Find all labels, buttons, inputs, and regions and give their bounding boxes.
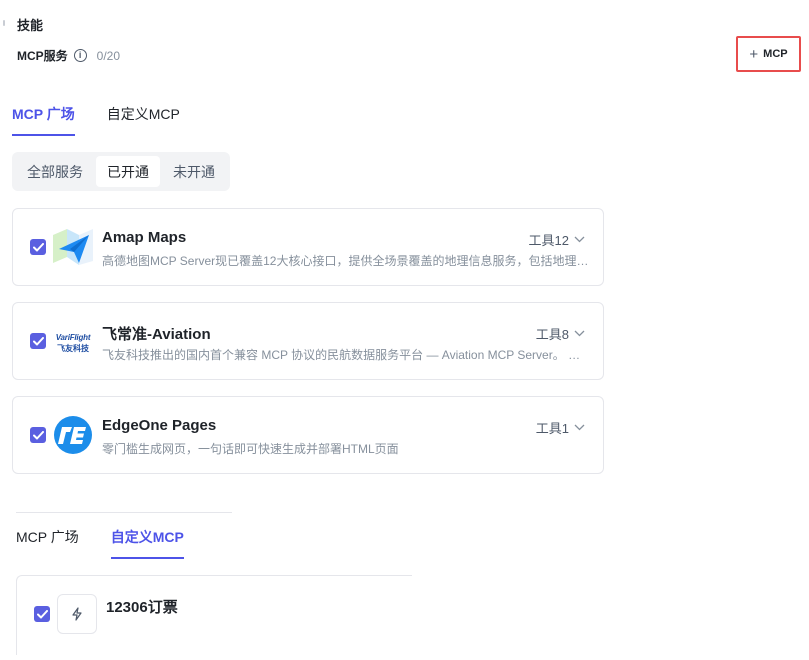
service-card-edgeone[interactable]: EdgeOne Pages 零门槛生成网页，一句话即可快速生成并部署HTML页面… — [12, 396, 604, 474]
service-checkbox[interactable] — [30, 333, 46, 349]
chevron-down-icon — [574, 330, 585, 337]
tab-custom-mcp[interactable]: 自定义MCP — [110, 527, 185, 559]
service-name: Amap Maps — [102, 229, 187, 246]
tools-count: 工具12 — [528, 233, 569, 248]
tools-dropdown[interactable]: 工具1 — [536, 418, 585, 437]
mcp-tabs-secondary: MCP 广场 自定义MCP — [16, 527, 185, 559]
service-checkbox[interactable] — [34, 606, 50, 622]
service-card-aviation[interactable]: VariFlight 飞友科技 飞常准-Aviation 飞友科技推出的国内首个… — [12, 302, 604, 380]
service-name: 飞常准-Aviation — [102, 326, 211, 343]
mcp-tabs: MCP 广场 自定义MCP — [12, 104, 180, 136]
service-filter: 全部服务 已开通 未开通 — [12, 152, 230, 191]
check-icon — [32, 336, 44, 345]
service-checkbox[interactable] — [30, 427, 46, 443]
filter-activated[interactable]: 已开通 — [96, 156, 160, 187]
section-title: 技能 — [17, 18, 44, 33]
filter-not-activated[interactable]: 未开通 — [162, 156, 226, 187]
variflight-logo-icon: VariFlight 飞友科技 — [53, 323, 93, 363]
tools-dropdown[interactable]: 工具8 — [536, 324, 585, 343]
tools-dropdown[interactable]: 工具12 — [529, 230, 585, 249]
service-name: EdgeOne Pages — [102, 417, 217, 434]
check-icon — [32, 242, 44, 251]
plus-icon: + — [749, 45, 759, 63]
lightning-icon — [57, 594, 97, 634]
add-mcp-button[interactable]: + MCP — [736, 36, 801, 72]
mcp-service-header: MCP服务 i 0/20 — [17, 47, 120, 64]
info-icon[interactable]: i — [73, 49, 87, 62]
divider — [16, 512, 232, 513]
check-icon — [36, 609, 48, 618]
mcp-count: 0/20 — [96, 48, 121, 63]
edgeone-logo-icon — [53, 415, 93, 455]
tools-count: 工具8 — [535, 327, 569, 342]
filter-all-services[interactable]: 全部服务 — [16, 156, 94, 187]
check-icon — [32, 430, 44, 439]
service-card-amap[interactable]: Amap Maps 高德地图MCP Server现已覆盖12大核心接口，提供全场… — [12, 208, 604, 286]
chevron-down-icon — [574, 236, 585, 243]
custom-service-card[interactable]: 12306订票 — [16, 575, 412, 655]
variflight-logo-text: VariFlight — [55, 332, 91, 342]
tab-custom-mcp[interactable]: 自定义MCP — [107, 104, 180, 136]
service-description: 零门槛生成网页，一句话即可快速生成并部署HTML页面 — [102, 442, 399, 456]
amap-logo-icon — [53, 227, 93, 267]
mcp-service-label: MCP服务 — [17, 49, 68, 63]
service-description: 飞友科技推出的国内首个兼容 MCP 协议的民航数据服务平台 — Aviation… — [102, 348, 592, 362]
scroll-indicator — [3, 20, 5, 26]
service-description: 高德地图MCP Server现已覆盖12大核心接口，提供全场景覆盖的地理信息服务… — [102, 254, 592, 268]
tab-mcp-plaza[interactable]: MCP 广场 — [12, 104, 75, 136]
variflight-logo-subtext: 飞友科技 — [57, 343, 89, 353]
tools-count: 工具1 — [535, 421, 569, 436]
add-mcp-label: MCP — [763, 48, 788, 60]
service-checkbox[interactable] — [30, 239, 46, 255]
service-name: 12306订票 — [106, 599, 178, 616]
chevron-down-icon — [574, 424, 585, 431]
tab-mcp-plaza[interactable]: MCP 广场 — [16, 527, 79, 559]
